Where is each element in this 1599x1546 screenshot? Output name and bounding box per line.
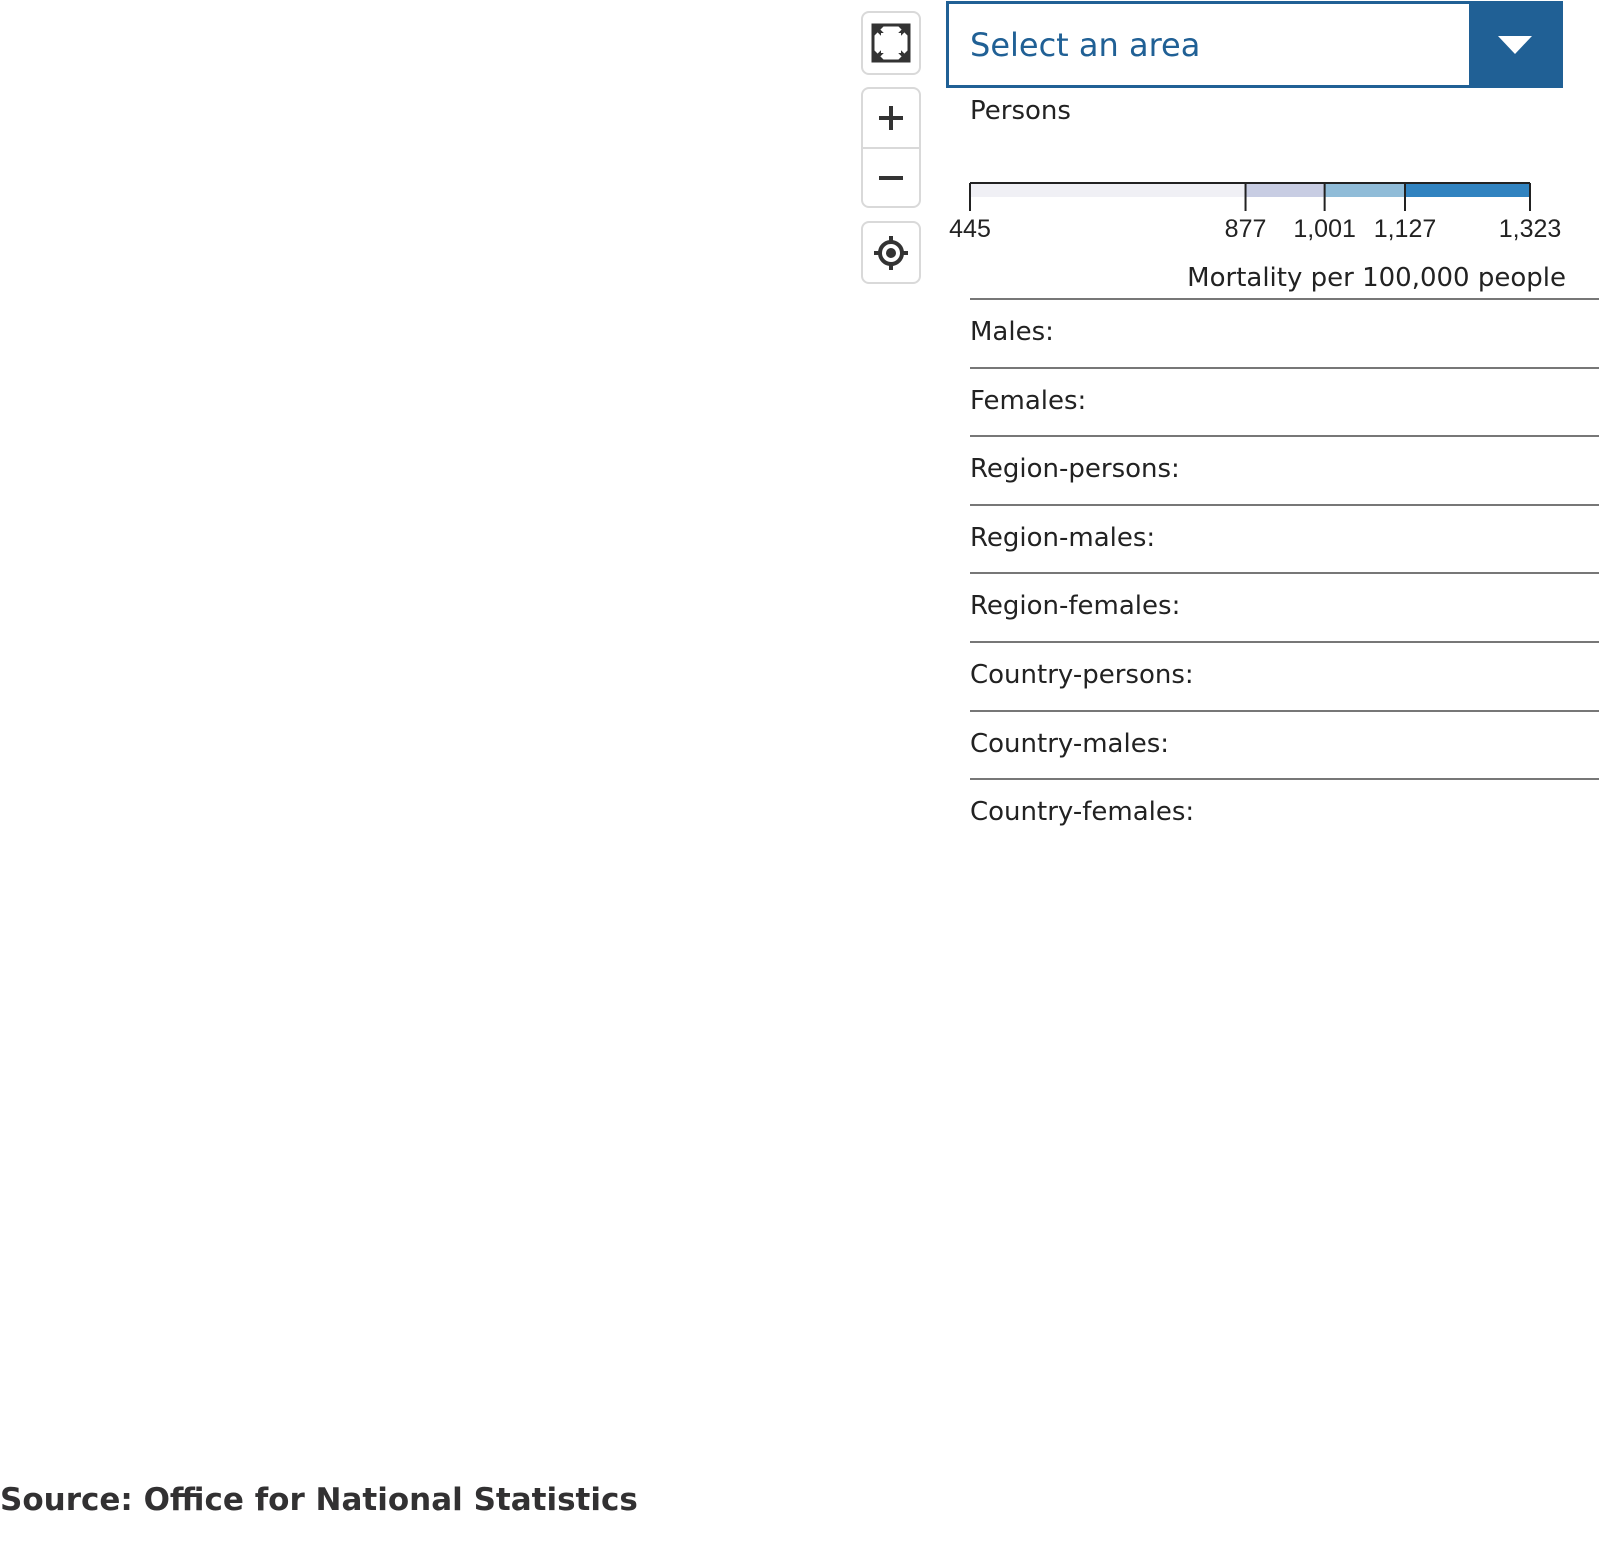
info-row: Region-females:: [970, 572, 1599, 641]
info-row: Region-persons:: [970, 435, 1599, 504]
locate-control: [861, 221, 921, 284]
fullscreen-control: [861, 11, 921, 75]
info-row: Country-persons:: [970, 640, 1599, 710]
zoom-in-button[interactable]: [863, 89, 919, 147]
legend-swatch: [970, 183, 1246, 197]
zoom-control: [861, 87, 921, 208]
locate-button[interactable]: [863, 223, 919, 282]
fullscreen-icon: [871, 23, 911, 63]
info-row: Country-males:: [970, 709, 1599, 779]
area-select[interactable]: Select an area: [946, 1, 1563, 88]
crosshair-icon: [874, 235, 908, 270]
info-row: Country-females:: [970, 778, 1599, 847]
legend-tick-label: 1,127: [1374, 215, 1437, 243]
area-select-placeholder: Select an area: [970, 25, 1201, 64]
info-row: Region-males:: [970, 503, 1599, 573]
plus-icon: [879, 106, 903, 130]
source-note: Source: Office for National Statistics: [0, 1482, 638, 1518]
info-row: Males:: [970, 298, 1599, 367]
legend-tick-label: 445: [949, 215, 991, 243]
legend-tick-label: 877: [1225, 215, 1267, 243]
legend-scale: 445 877 1,001 1,127 1,323: [949, 182, 1562, 243]
legend-tick-label: 1,323: [1499, 215, 1562, 243]
minus-icon: [879, 175, 903, 180]
fullscreen-button[interactable]: [863, 13, 919, 73]
legend-swatch: [1324, 183, 1405, 197]
legend-swatch: [1404, 183, 1530, 197]
info-list: Males: Females: Region-persons: Region-male…: [970, 298, 1599, 847]
zoom-out-button[interactable]: [863, 147, 919, 206]
chevron-down-icon: [1497, 35, 1532, 54]
legend-title: Persons: [970, 96, 1071, 126]
legend-unit: Mortality per 100,000 people: [1187, 263, 1566, 293]
dropdown-button[interactable]: [1469, 4, 1560, 85]
legend-swatch: [1245, 183, 1325, 197]
legend-tick-label: 1,001: [1293, 215, 1356, 243]
info-row: Females:: [970, 366, 1599, 436]
